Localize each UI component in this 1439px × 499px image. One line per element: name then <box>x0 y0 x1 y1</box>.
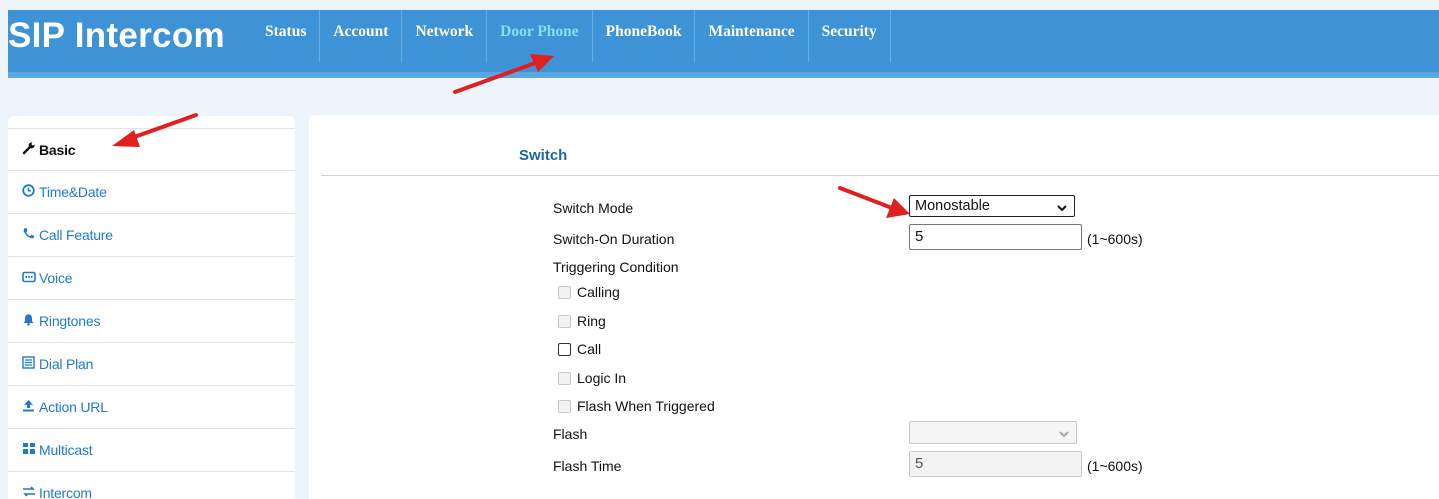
flash-select[interactable] <box>909 421 1077 444</box>
trigger-ring-label: Ring <box>577 313 606 329</box>
nav-phonebook[interactable]: PhoneBook <box>593 10 696 62</box>
sidebar-item-label: Voice <box>39 270 73 286</box>
trigger-calling-checkbox[interactable] <box>558 285 571 299</box>
chevron-down-icon <box>1056 200 1068 220</box>
section-divider <box>321 175 1439 176</box>
list-icon <box>20 356 37 372</box>
sidebar-item-label: Dial Plan <box>39 356 94 372</box>
flash-time-label: Flash Time <box>553 458 622 474</box>
sidebar: Basic Time&Date Call Feature Voice Ringt… <box>8 116 295 499</box>
nav-door-phone[interactable]: Door Phone <box>487 10 593 62</box>
phone-icon <box>20 227 37 243</box>
switch-mode-label: Switch Mode <box>553 200 634 216</box>
trigger-ring-checkbox[interactable] <box>558 314 571 328</box>
switch-on-duration-label: Switch-On Duration <box>553 231 675 247</box>
trigger-calling-label: Calling <box>577 284 620 300</box>
bell-icon <box>20 313 37 329</box>
trigger-logic-in-checkbox[interactable] <box>558 371 571 385</box>
trigger-flash-when-triggered-label: Flash When Triggered <box>577 398 715 414</box>
nav-maintenance[interactable]: Maintenance <box>695 10 809 62</box>
sidebar-item-basic[interactable]: Basic <box>8 128 295 171</box>
flash-time-input[interactable]: 5 <box>909 451 1082 477</box>
switch-mode-select[interactable]: Monostable <box>909 195 1075 217</box>
sidebar-item-time-date[interactable]: Time&Date <box>8 171 295 214</box>
trigger-logic-in-option[interactable]: Logic In <box>558 370 626 386</box>
sidebar-item-label: Time&Date <box>39 184 107 200</box>
top-header: SIP Intercom Status Account Network Door… <box>8 10 1439 72</box>
group-icon <box>20 442 37 458</box>
sidebar-item-action-url[interactable]: Action URL <box>8 386 295 429</box>
switch-on-duration-hint: (1~600s) <box>1087 231 1143 247</box>
triggering-condition-label: Triggering Condition <box>553 259 679 275</box>
nav-status[interactable]: Status <box>252 10 321 62</box>
sidebar-item-label: Action URL <box>39 399 108 415</box>
switch-on-duration-input[interactable]: 5 <box>909 224 1082 250</box>
nav-security[interactable]: Security <box>809 10 891 62</box>
brand-title: SIP Intercom <box>8 16 225 55</box>
sidebar-item-multicast[interactable]: Multicast <box>8 429 295 472</box>
trigger-calling-option[interactable]: Calling <box>558 284 620 300</box>
main-nav: Status Account Network Door Phone PhoneB… <box>252 10 891 62</box>
trigger-call-checkbox[interactable] <box>558 342 571 356</box>
sub-header-bar <box>8 72 1439 78</box>
trigger-ring-option[interactable]: Ring <box>558 313 606 329</box>
upload-icon <box>20 399 37 415</box>
wrench-icon <box>20 141 37 158</box>
trigger-flash-when-triggered-checkbox[interactable] <box>558 399 571 413</box>
sidebar-item-ringtones[interactable]: Ringtones <box>8 300 295 343</box>
clock-icon <box>20 184 37 200</box>
trigger-call-option[interactable]: Call <box>558 341 601 357</box>
sidebar-item-label: Call Feature <box>39 227 113 243</box>
chevron-down-icon <box>1058 426 1070 446</box>
main-content: Switch Switch Mode Monostable Switch-On … <box>309 115 1439 499</box>
exchange-icon <box>20 485 37 499</box>
sidebar-item-label: Multicast <box>39 442 93 458</box>
trigger-flash-when-triggered-option[interactable]: Flash When Triggered <box>558 398 715 414</box>
trigger-logic-in-label: Logic In <box>577 370 627 386</box>
trigger-call-label: Call <box>577 341 602 357</box>
sidebar-item-dial-plan[interactable]: Dial Plan <box>8 343 295 386</box>
sidebar-item-intercom[interactable]: Intercom <box>8 472 295 499</box>
sidebar-item-call-feature[interactable]: Call Feature <box>8 214 295 257</box>
nav-network[interactable]: Network <box>402 10 488 62</box>
sidebar-item-label: Intercom <box>39 485 92 499</box>
sidebar-item-voice[interactable]: Voice <box>8 257 295 300</box>
sidebar-item-label: Ringtones <box>39 313 101 329</box>
switch-mode-value: Monostable <box>915 198 990 214</box>
nav-account[interactable]: Account <box>320 10 403 62</box>
voice-icon <box>20 271 37 286</box>
sidebar-item-label: Basic <box>39 141 76 158</box>
section-title: Switch <box>519 147 568 164</box>
flash-label: Flash <box>553 426 588 442</box>
flash-time-hint: (1~600s) <box>1087 458 1143 474</box>
